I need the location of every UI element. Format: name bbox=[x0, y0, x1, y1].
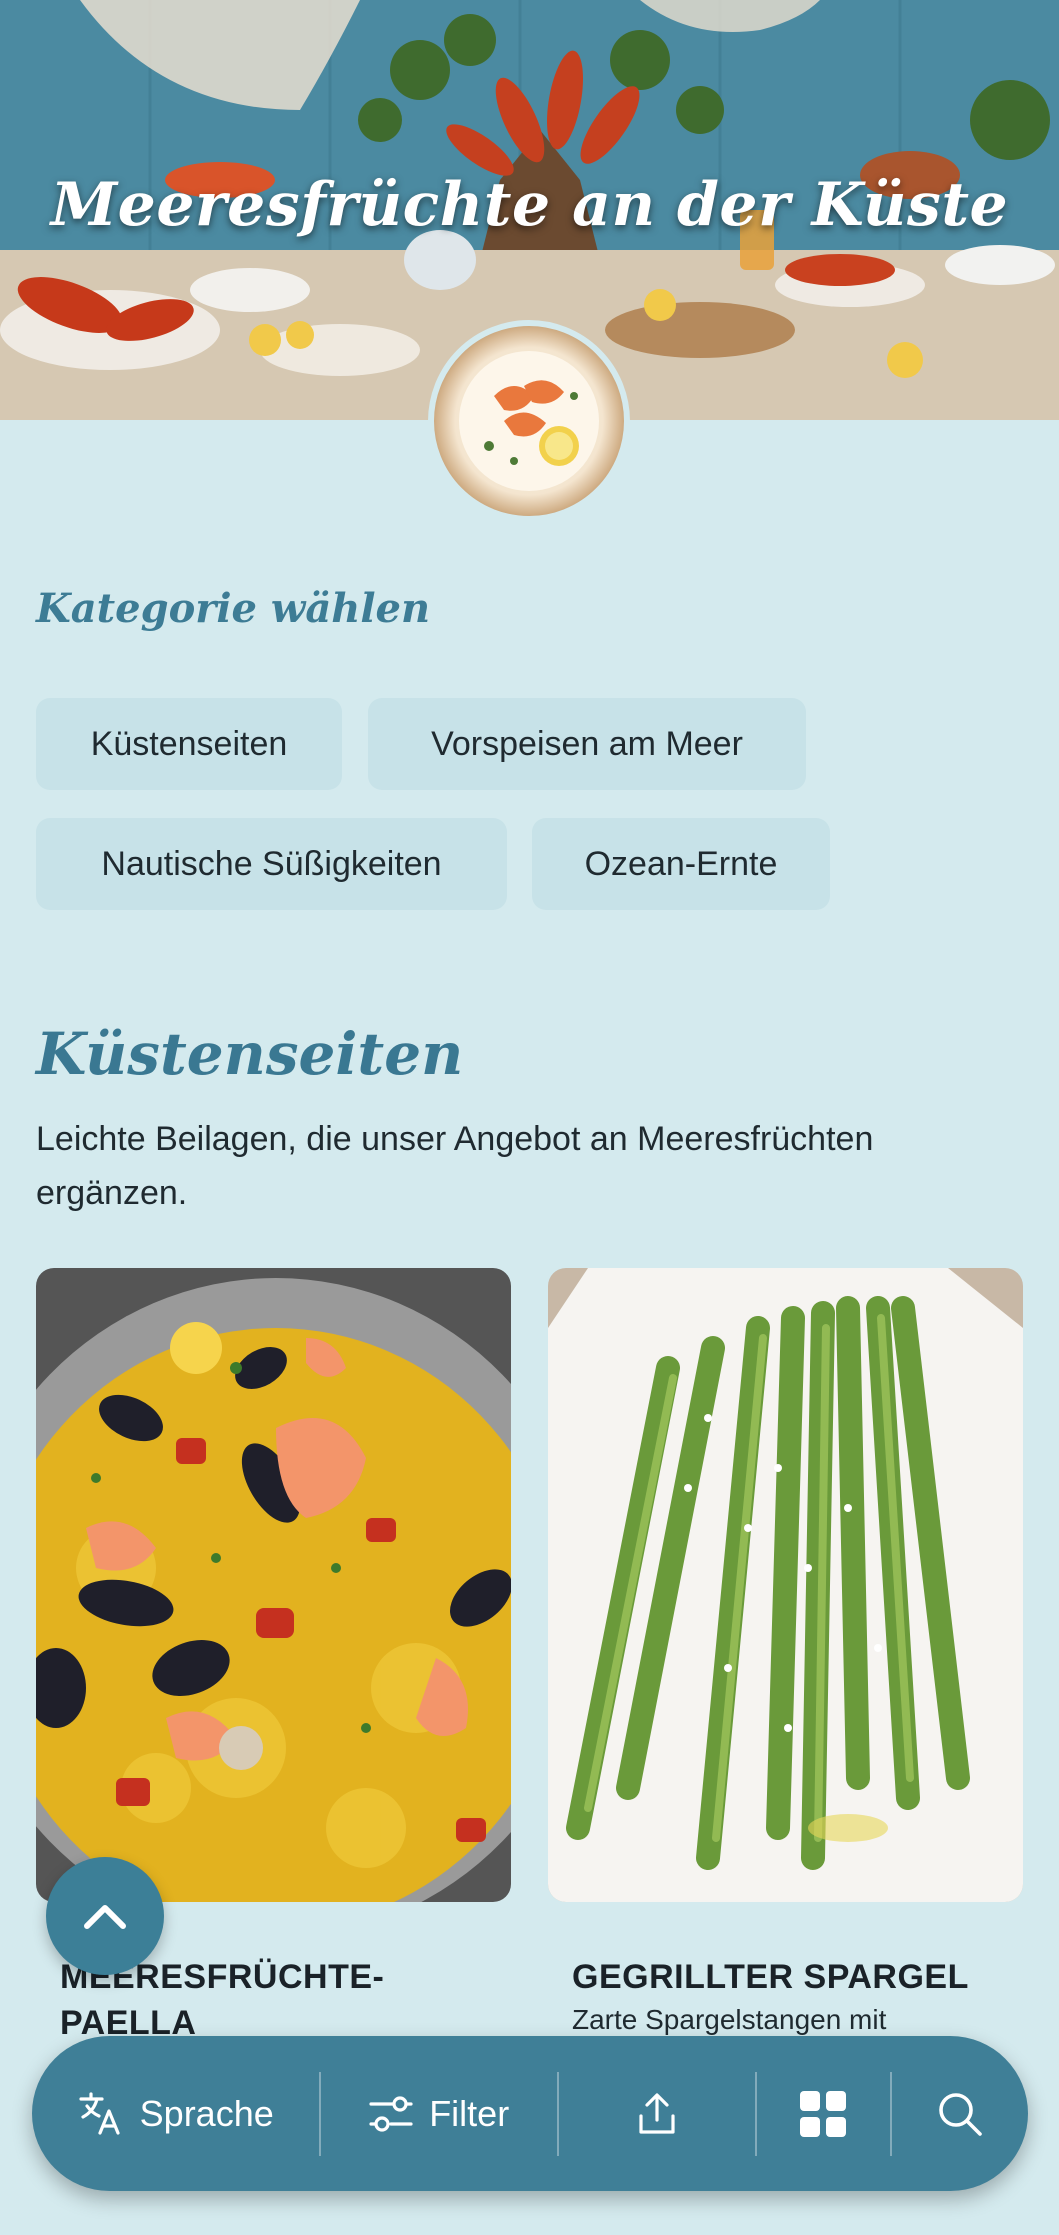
page: Meeresfrüchte an der Küste Kategorie wäh… bbox=[0, 0, 1059, 2235]
restaurant-logo-avatar bbox=[428, 320, 630, 522]
chip-label: Nautische Süßigkeiten bbox=[101, 844, 442, 883]
bottom-navigation-bar: Sprache Filter bbox=[32, 2036, 1028, 2191]
filter-label: Filter bbox=[429, 2092, 510, 2134]
filter-icon bbox=[369, 2095, 413, 2132]
shrimp-plate-icon bbox=[459, 351, 599, 491]
chip-label: Ozean-Ernte bbox=[584, 844, 778, 883]
category-chip-kuestenseiten[interactable]: Küstenseiten bbox=[36, 698, 342, 790]
section-heading: Küstenseiten bbox=[36, 1020, 464, 1088]
share-icon bbox=[639, 2092, 675, 2134]
section-description: Leichte Beilagen, die unser Angebot an M… bbox=[36, 1120, 874, 1212]
grid-view-button[interactable] bbox=[757, 2036, 891, 2191]
search-icon bbox=[939, 2092, 982, 2136]
grid-icon bbox=[800, 2090, 847, 2137]
category-chip-nautische-suessigkeiten[interactable]: Nautische Süßigkeiten bbox=[36, 818, 507, 910]
hero-title: Meeresfrüchte an der Küste bbox=[50, 170, 1009, 240]
share-button[interactable] bbox=[559, 2036, 755, 2191]
dish-description-spargel: Zarte Spargelstangen mit bbox=[572, 2004, 887, 2035]
filter-button[interactable]: Filter bbox=[321, 2036, 557, 2191]
dish-title-spargel: GEGRILLTER SPARGEL bbox=[572, 1958, 969, 1996]
asparagus-image bbox=[548, 1268, 1023, 1902]
chevron-up-icon bbox=[84, 1905, 126, 1929]
search-button[interactable] bbox=[892, 2036, 1028, 2191]
dish-card-image-spargel[interactable] bbox=[548, 1268, 1023, 1902]
chip-label: Küstenseiten bbox=[90, 724, 288, 763]
language-button[interactable]: Sprache bbox=[32, 2036, 319, 2191]
translate-icon bbox=[79, 2091, 120, 2135]
language-label: Sprache bbox=[139, 2092, 274, 2134]
paella-image bbox=[36, 1268, 511, 1902]
chip-label: Vorspeisen am Meer bbox=[431, 724, 743, 763]
category-heading: Kategorie wählen bbox=[36, 585, 431, 632]
category-chip-vorspeisen[interactable]: Vorspeisen am Meer bbox=[368, 698, 806, 790]
category-chip-ozean-ernte[interactable]: Ozean-Ernte bbox=[532, 818, 830, 910]
scroll-to-top-button[interactable] bbox=[46, 1857, 164, 1975]
dish-card-image-paella[interactable] bbox=[36, 1268, 511, 1902]
